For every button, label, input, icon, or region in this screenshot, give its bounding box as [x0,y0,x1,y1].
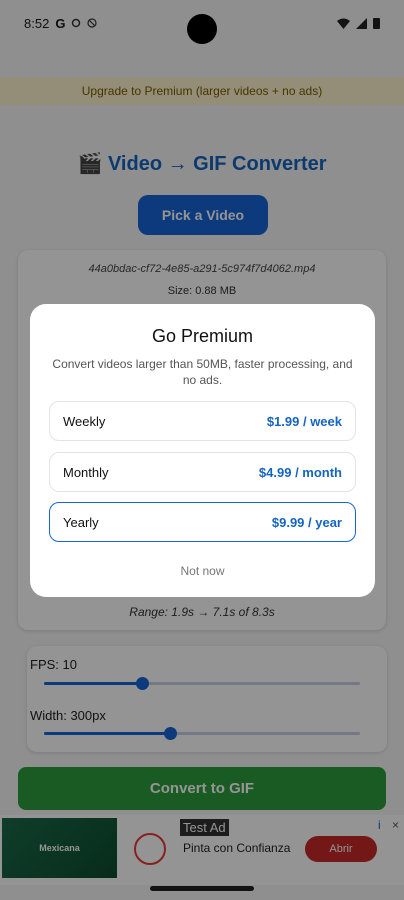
plan-name: Weekly [63,413,106,429]
plan-price: $9.99 / year [271,514,342,530]
plan-weekly[interactable]: Weekly $1.99 / week [49,401,356,441]
app-screen: 8:52 G Upgrade to Premium (larger videos… [0,0,404,900]
plan-yearly[interactable]: Yearly $9.99 / year [49,502,356,542]
plan-name: Monthly [63,464,109,480]
premium-dialog: Go Premium Convert videos larger than 50… [30,304,375,597]
plan-price: $4.99 / month [258,464,342,480]
plan-name: Yearly [63,514,99,530]
dialog-description: Convert videos larger than 50MB, faster … [52,357,353,387]
plan-price: $1.99 / week [266,413,342,429]
dialog-title: Go Premium [151,326,254,346]
not-now-button[interactable]: Not now [30,564,375,578]
plan-monthly[interactable]: Monthly $4.99 / month [49,452,356,492]
